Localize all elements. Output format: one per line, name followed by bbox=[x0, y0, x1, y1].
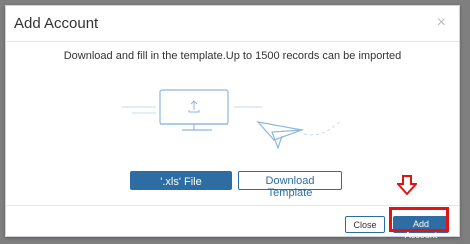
close-icon[interactable]: × bbox=[437, 15, 446, 31]
download-template-button[interactable]: Download Template bbox=[238, 171, 342, 199]
upload-illustration-icon bbox=[122, 89, 343, 150]
dialog-header: Add Account × bbox=[6, 6, 459, 42]
dialog-title: Add Account bbox=[14, 15, 99, 32]
plane-trail bbox=[303, 119, 343, 136]
instruction-text: Download and fill in the template.Up to … bbox=[63, 50, 402, 62]
xls-file-button[interactable]: '.xls' File bbox=[130, 171, 232, 190]
red-arrow-down-icon bbox=[397, 175, 417, 195]
add-account-dialog: Add Account × Download and fill in the t… bbox=[5, 5, 460, 240]
add-account-button[interactable]: Add Account bbox=[393, 216, 449, 240]
close-button[interactable]: Close bbox=[345, 216, 385, 233]
footer-divider bbox=[6, 205, 459, 206]
